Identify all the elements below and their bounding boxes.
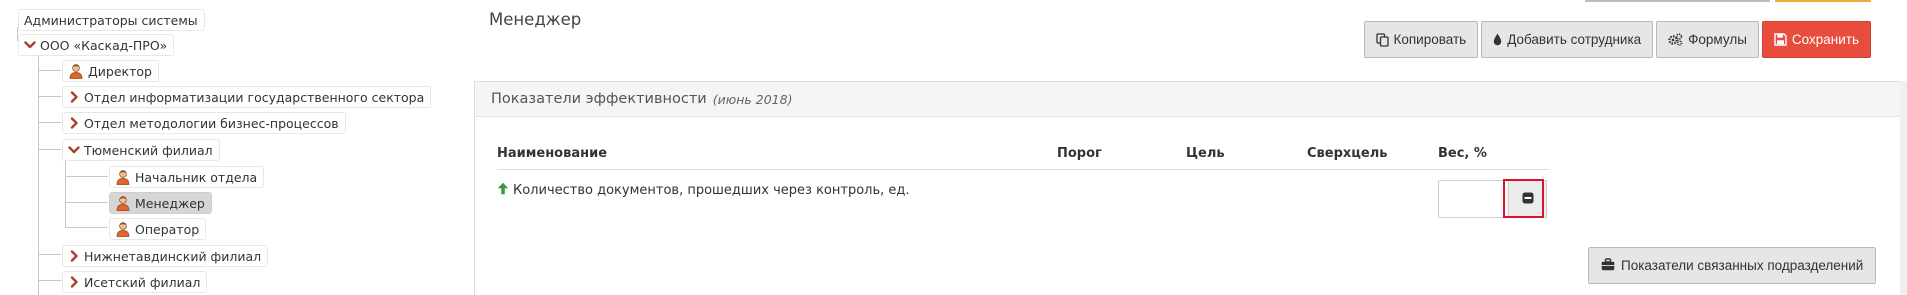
chevron-right-icon[interactable] (68, 117, 80, 129)
add-employee-button[interactable]: Добавить сотрудника (1481, 21, 1654, 58)
tree-node-operator[interactable]: Оператор (109, 218, 207, 240)
top-edge-divider (1585, 0, 1770, 2)
toolbar: Копировать Добавить сотрудника Формулы С… (1363, 21, 1871, 58)
copy-icon (1375, 32, 1389, 47)
tree-node-company[interactable]: ООО «Каскад-ПРО» (18, 34, 175, 56)
tree-node-label: Оператор (135, 221, 200, 237)
related-units-kpi-label: Показатели связанных подразделений (1621, 258, 1864, 273)
user-icon (115, 169, 131, 185)
tree-node-manager[interactable]: Менеджер (109, 192, 212, 214)
tree-node-admins[interactable]: Администраторы системы (18, 9, 205, 31)
weight-input[interactable] (1438, 180, 1509, 218)
tree-node-label: Исетский филиал (84, 274, 201, 290)
tree-node-label: Нижнетавдинский филиал (84, 248, 262, 264)
kpi-name-cell: Количество документов, прошедших через к… (497, 182, 910, 199)
tree-node-label: ООО «Каскад-ПРО» (40, 37, 168, 53)
tree-node-label: Директор (88, 63, 152, 79)
tree-node-info-dept[interactable]: Отдел информатизации государственного се… (62, 86, 432, 108)
save-button-label: Сохранить (1791, 32, 1859, 47)
kpi-table: Наименование Порог Цель Сверхцель Вес, %… (497, 138, 1549, 218)
copy-button-label: Копировать (1393, 32, 1467, 47)
column-header-name: Наименование (497, 146, 608, 161)
chevron-right-icon[interactable] (68, 91, 80, 103)
column-header-super-target: Сверхцель (1307, 146, 1388, 161)
tree-node-tyumen-branch[interactable]: Тюменский филиал (62, 139, 220, 161)
kpi-row: Количество документов, прошедших через к… (497, 170, 1549, 218)
chevron-right-icon[interactable] (68, 250, 80, 262)
save-button[interactable]: Сохранить (1761, 21, 1871, 58)
kpi-name: Количество документов, прошедших через к… (513, 183, 910, 198)
tree-node-label: Отдел информатизации государственного се… (84, 89, 425, 105)
column-header-target: Цель (1186, 146, 1225, 161)
floppy-icon (1774, 33, 1787, 46)
column-header-weight: Вес, % (1438, 146, 1487, 161)
org-tree: Администраторы системы ООО «Каскад-ПРО» … (0, 0, 440, 295)
user-icon (68, 63, 84, 79)
chevron-right-icon[interactable] (68, 276, 80, 288)
arrow-up-icon (497, 182, 509, 199)
add-employee-button-label: Добавить сотрудника (1507, 32, 1642, 47)
tree-node-head-of-dept[interactable]: Начальник отдела (109, 166, 265, 188)
tree-node-label: Начальник отдела (135, 169, 258, 185)
copy-button[interactable]: Копировать (1363, 21, 1479, 58)
tree-node-label: Администраторы системы (24, 12, 198, 28)
tree-node-nizhnetavdinsky-branch[interactable]: Нижнетавдинский филиал (62, 245, 269, 267)
user-icon (115, 195, 131, 211)
kpi-panel-header: Показатели эффективности (июнь 2018) (475, 82, 1907, 117)
chevron-down-icon[interactable] (24, 39, 36, 51)
scrollbar-track[interactable] (1900, 81, 1907, 295)
tree-node-label: Отдел методологии бизнес-процессов (84, 115, 339, 131)
top-edge-accent (1775, 0, 1871, 2)
cogs-icon (1668, 33, 1683, 46)
minus-square-icon (1522, 192, 1534, 207)
tree-node-label: Тюменский филиал (84, 142, 213, 158)
page-title: Менеджер (489, 10, 582, 29)
related-units-kpi-button[interactable]: Показатели связанных подразделений (1588, 247, 1877, 284)
chevron-down-icon[interactable] (68, 144, 80, 156)
tree-node-isetsky-branch[interactable]: Исетский филиал (62, 271, 208, 293)
briefcase-icon (1601, 257, 1615, 274)
tree-node-director[interactable]: Директор (62, 60, 159, 82)
formulas-button[interactable]: Формулы (1656, 21, 1759, 58)
tree-node-methodology-dept[interactable]: Отдел методологии бизнес-процессов (62, 112, 346, 134)
kpi-panel-period: (июнь 2018) (712, 91, 793, 107)
drop-icon (1493, 33, 1502, 46)
column-header-threshold: Порог (1057, 146, 1102, 161)
kpi-table-header: Наименование Порог Цель Сверхцель Вес, % (497, 138, 1549, 170)
formulas-button-label: Формулы (1688, 32, 1747, 47)
kpi-panel-title: Показатели эффективности (491, 91, 707, 107)
remove-kpi-button[interactable] (1509, 180, 1547, 218)
tree-node-label: Менеджер (135, 195, 205, 211)
user-icon (115, 221, 131, 237)
